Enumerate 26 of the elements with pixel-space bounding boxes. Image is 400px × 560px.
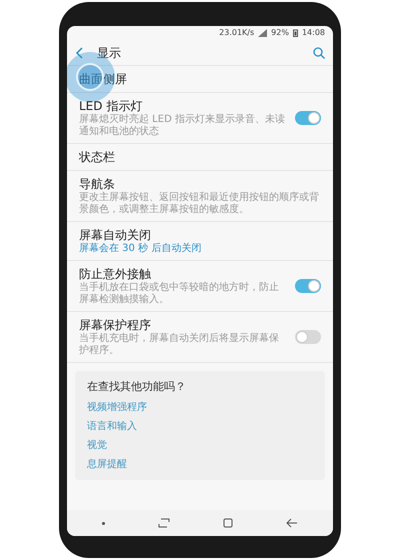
setting-title[interactable]: 屏幕保护程序 xyxy=(79,317,287,333)
battery-icon xyxy=(292,29,298,37)
setting-description: 屏幕熄灭时亮起 LED 指示灯来显示录音、未读通知和电池的状态 xyxy=(79,114,286,138)
setting-title[interactable]: 屏幕自动关闭 xyxy=(79,227,321,243)
setting-description: 当手机放在口袋或包中等较暗的地方时，防止屏幕检测触摸输入。 xyxy=(79,282,280,306)
back-arrow-icon[interactable] xyxy=(286,518,298,528)
setting-title[interactable]: 状态栏 xyxy=(79,149,321,165)
battery-level: 92% xyxy=(271,27,289,39)
setting-description: 当手机充电时，屏幕自动关闭后将显示屏幕保护程序。 xyxy=(79,333,280,357)
home-icon[interactable] xyxy=(223,518,234,528)
back-icon[interactable] xyxy=(75,46,85,58)
setting-title[interactable]: LED 指示灯 xyxy=(79,98,287,114)
clock: 14:08 xyxy=(302,27,325,39)
setting-description: 屏幕会在 30 秒 后自动关闭 xyxy=(79,243,202,255)
page-title: 显示 xyxy=(97,44,121,62)
network-speed: 23.01K/s xyxy=(219,27,254,39)
signal-icon xyxy=(258,29,268,37)
toggle-switch[interactable] xyxy=(295,279,321,293)
suggestions-title: 在查找其他功能吗？ xyxy=(87,379,187,395)
search-icon[interactable] xyxy=(313,46,325,58)
setting-title[interactable]: 防止意外接触 xyxy=(79,266,287,282)
setting-description: 更改主屏幕按钮、返回按钮和最近使用按钮的顺序或背景颜色，或调整主屏幕按钮的敏感度。 xyxy=(79,192,320,216)
toggle-switch[interactable] xyxy=(295,330,321,344)
setting-title[interactable]: 导航条 xyxy=(79,176,321,192)
recent-apps-icon[interactable] xyxy=(158,518,170,528)
toggle-switch[interactable] xyxy=(295,111,321,125)
